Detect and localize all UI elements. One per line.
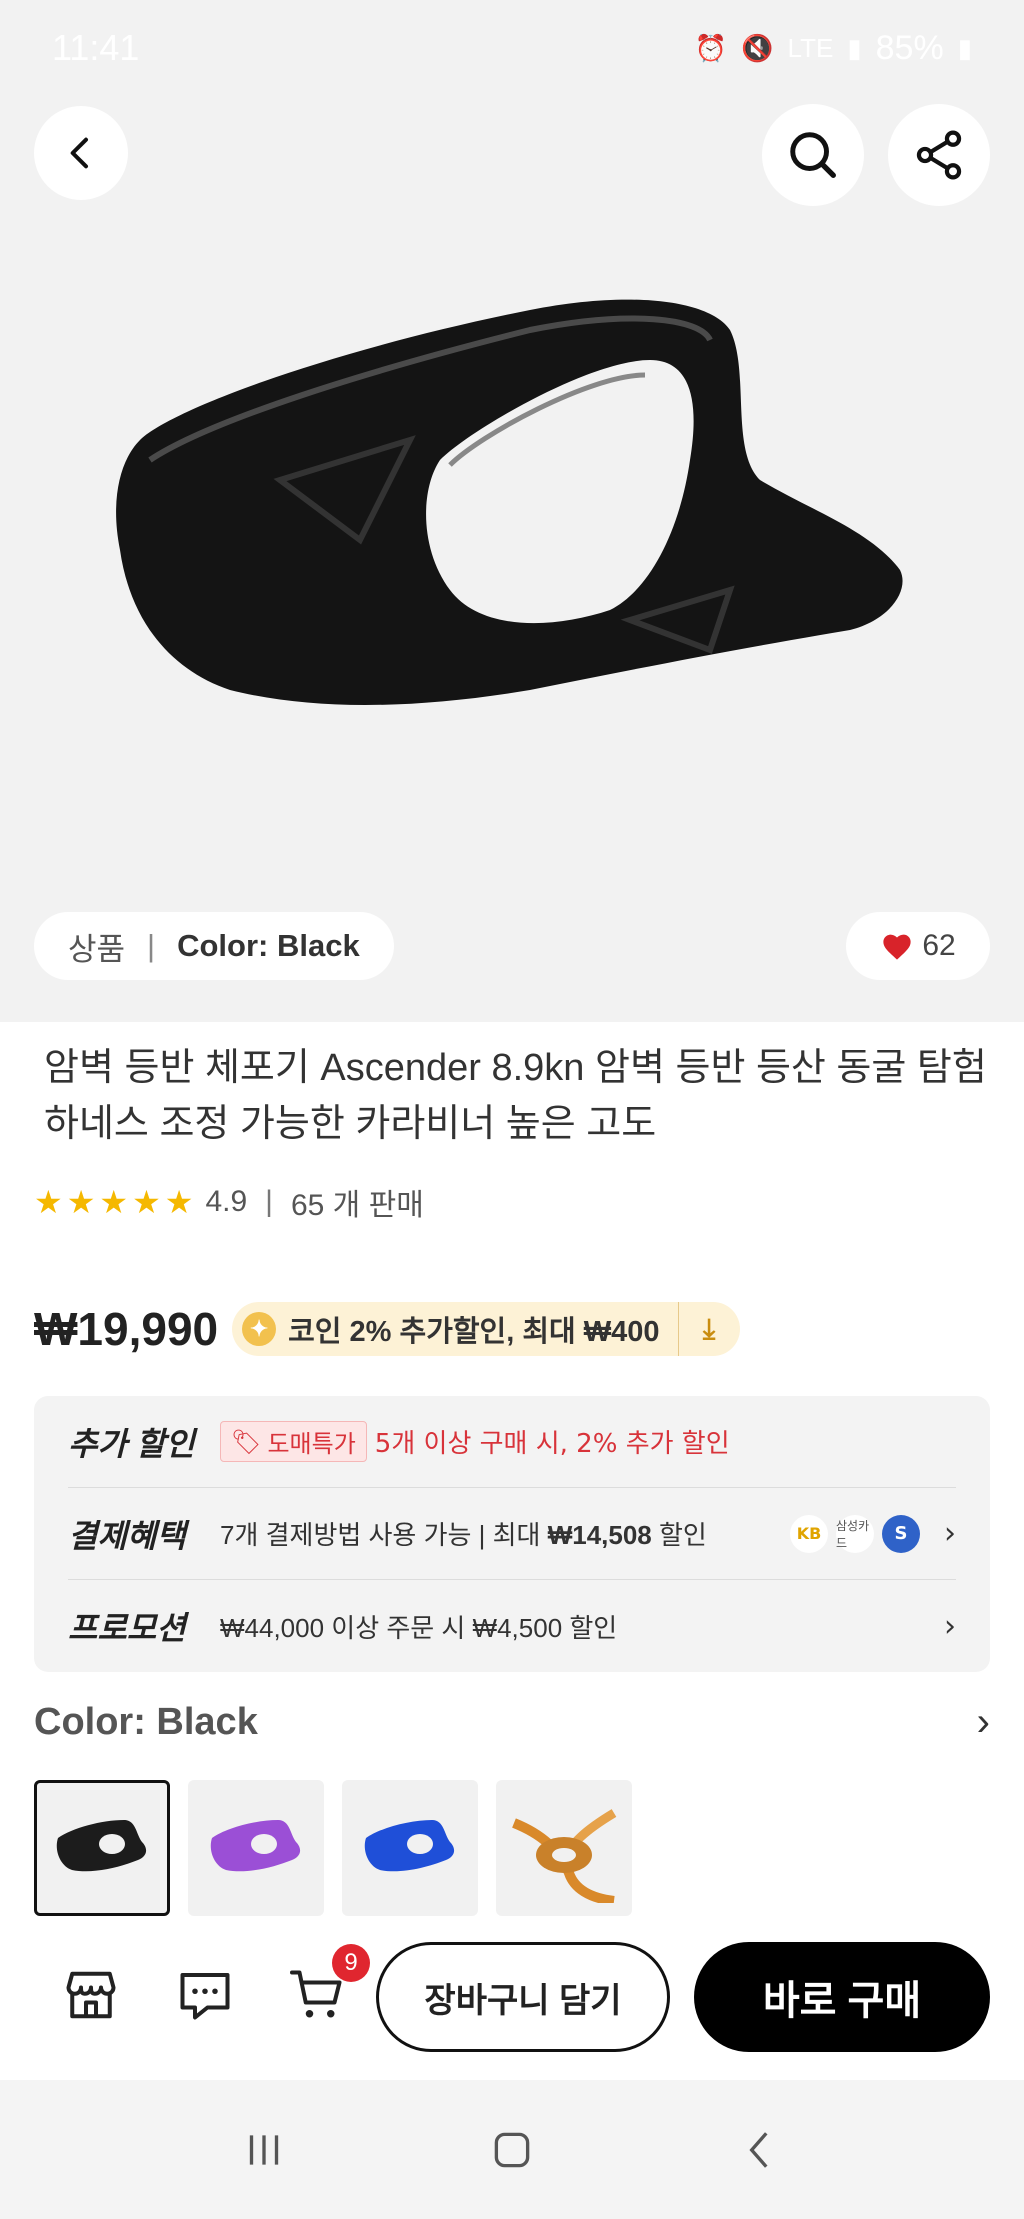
color-selector-header[interactable]: Color: Black › (34, 1700, 990, 1745)
swatch-purple-image (210, 1820, 301, 1872)
tag-icon: 🏷 (231, 1427, 262, 1456)
coin-icon: ✦ (242, 1312, 277, 1346)
product-hero: 상품 | Color: Black 62 (0, 0, 1024, 1022)
star-icon: ★ (66, 1184, 96, 1220)
chevron-left-icon (70, 137, 88, 169)
like-count: 62 (922, 929, 956, 962)
chevron-right-icon[interactable]: › (944, 1516, 956, 1551)
chevron-right-icon: › (976, 1700, 990, 1744)
rating-divider: | (265, 1185, 273, 1218)
share-button[interactable] (888, 104, 990, 206)
payment-text-suffix: 할인 (651, 1520, 707, 1550)
like-button[interactable]: 62 (846, 912, 990, 980)
status-bar: 11:41 ⏰ 🔇 LTE ▮ 85% ▮ (0, 0, 1024, 96)
star-icon: ★ (99, 1184, 129, 1220)
swatch-orange-image (512, 1809, 617, 1903)
rating-value: 4.9 (205, 1185, 248, 1218)
price-row: ₩19,990 ✦ 코인 2% 추가할인, 최대 ₩400 ⤓ (34, 1302, 740, 1356)
benefits-panel: 추가 할인 🏷 도매특가 5개 이상 구매 시, 2% 추가 할인 결제혜택 7… (34, 1396, 990, 1672)
coin-discount-pill[interactable]: ✦ 코인 2% 추가할인, 최대 ₩400 ⤓ (232, 1302, 740, 1356)
shinhan-card-logo: S (882, 1514, 920, 1553)
chat-button[interactable] (170, 1960, 240, 2030)
swatch-blue[interactable] (342, 1780, 478, 1916)
promotion-text: ₩44,000 이상 주문 시 ₩4,500 할인 (220, 1612, 618, 1643)
chat-icon (180, 1973, 230, 2020)
payment-benefit-label: 결제혜택 (68, 1517, 186, 1554)
status-time: 11:41 (52, 27, 140, 68)
card-logos: KB 삼성카드 S (790, 1514, 920, 1553)
system-back-button[interactable] (720, 2110, 800, 2190)
share-icon (916, 130, 962, 180)
swatch-purple[interactable] (188, 1780, 324, 1916)
store-button[interactable] (56, 1960, 126, 2030)
color-swatches (34, 1780, 632, 1916)
extra-discount-label: 추가 할인 (68, 1425, 195, 1462)
chevron-right-icon[interactable]: › (944, 1609, 956, 1644)
recent-apps-button[interactable] (224, 2110, 304, 2190)
badge-color: Color: Black (177, 928, 360, 963)
payment-amount: ₩14,508 (547, 1520, 652, 1550)
lte-icon: LTE (787, 32, 834, 63)
swatch-blue-image (364, 1820, 455, 1872)
mute-icon: 🔇 (741, 32, 774, 63)
extra-discount-row: 추가 할인 🏷 도매특가 5개 이상 구매 시, 2% 추가 할인 (68, 1396, 956, 1488)
payment-benefit-text: 7개 결제방법 사용 가능 | 최대 ₩14,508 할인 (220, 1515, 778, 1552)
back-icon (749, 2131, 768, 2168)
payment-text-prefix: 7개 결제방법 사용 가능 | 최대 (220, 1520, 548, 1550)
heart-icon (883, 934, 911, 960)
store-icon (66, 1971, 116, 2019)
cart-count-badge: 9 (332, 1944, 370, 1982)
signal-icon: ▮ (847, 32, 862, 63)
star-rating: ★ ★ ★ ★ ★ (34, 1183, 193, 1221)
sold-count: 65 개 판매 (290, 1189, 424, 1222)
variant-badge: 상품 | Color: Black (34, 912, 394, 980)
star-icon: ★ (132, 1184, 161, 1220)
bottom-action-bar: 9 장바구니 담기 바로 구매 (0, 1930, 1024, 2080)
coin-text: 코인 2% 추가할인, 최대 ₩400 (288, 1316, 660, 1348)
star-icon: ★ (164, 1184, 194, 1220)
promotion-row[interactable]: 프로모션 ₩44,000 이상 주문 시 ₩4,500 할인 › (68, 1580, 956, 1672)
buy-now-button[interactable]: 바로 구매 (694, 1942, 990, 2052)
search-button[interactable] (762, 104, 864, 206)
rating-row[interactable]: ★ ★ ★ ★ ★ 4.9 | 65 개 판매 (34, 1180, 424, 1224)
back-button[interactable] (34, 106, 128, 200)
product-image (116, 299, 903, 705)
swatch-black[interactable] (34, 1780, 170, 1916)
star-icon: ★ (34, 1184, 63, 1220)
swatch-black-image (56, 1820, 147, 1872)
system-nav-bar (0, 2080, 1024, 2219)
wholesale-tag-text: 도매특가 (267, 1430, 356, 1458)
home-icon (494, 2132, 530, 2167)
badge-separator: | (147, 928, 156, 963)
home-button[interactable] (472, 2110, 552, 2190)
samsung-card-logo: 삼성카드 (836, 1514, 874, 1553)
battery-icon: ▮ (957, 32, 972, 63)
badge-kind: 상품 (68, 931, 126, 967)
promotion-label: 프로모션 (68, 1610, 186, 1646)
cart-button[interactable]: 9 (282, 1944, 370, 2030)
status-icons: ⏰ 🔇 LTE ▮ 85% ▮ (695, 29, 972, 68)
product-title: 암벽 등반 체포기 Ascender 8.9kn 암벽 등반 등산 동굴 탐험 … (44, 1047, 987, 1145)
swatch-orange-rope[interactable] (496, 1780, 632, 1916)
add-to-cart-button[interactable]: 장바구니 담기 (376, 1942, 670, 2052)
download-icon[interactable]: ⤓ (677, 1302, 740, 1356)
search-icon (790, 132, 836, 178)
wholesale-tag: 🏷 도매특가 (220, 1421, 367, 1462)
recent-apps-icon (249, 2134, 279, 2165)
battery-text: 85% (875, 28, 944, 67)
extra-discount-text: 5개 이상 구매 시, 2% 추가 할인 (374, 1429, 730, 1459)
price: ₩19,990 (34, 1303, 219, 1355)
alarm-icon: ⏰ (694, 32, 728, 63)
payment-benefit-row[interactable]: 결제혜택 7개 결제방법 사용 가능 | 최대 ₩14,508 할인 KB 삼성… (68, 1488, 956, 1580)
kb-card-logo: KB (790, 1514, 828, 1553)
color-heading: Color: Black (34, 1701, 258, 1743)
